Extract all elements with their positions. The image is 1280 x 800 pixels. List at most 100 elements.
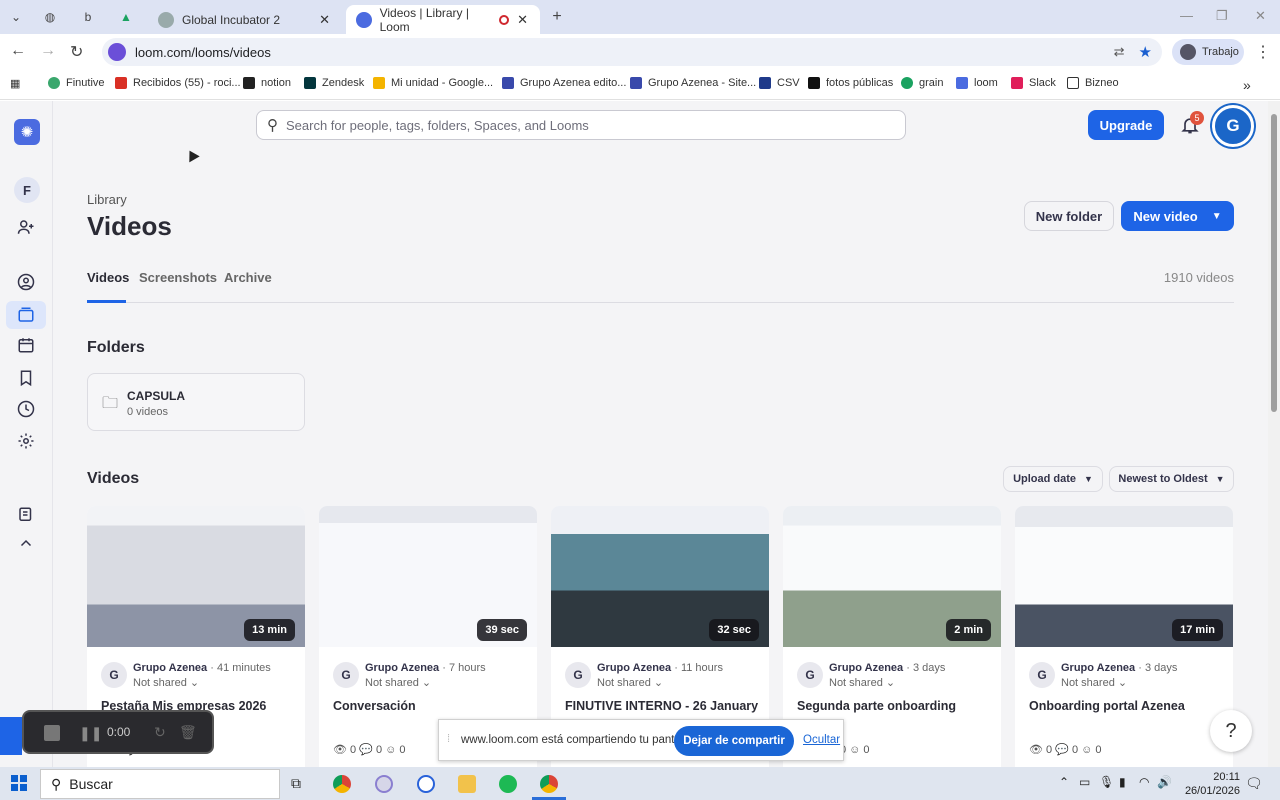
library-icon[interactable]	[6, 301, 46, 329]
bizneo-tab-icon[interactable]: b	[80, 9, 96, 25]
share-status-dropdown[interactable]: Not shared ⌄	[597, 676, 663, 689]
sort-order-dropdown[interactable]: Newest to Oldest ▼	[1109, 466, 1234, 492]
share-status-dropdown[interactable]: Not shared ⌄	[1061, 676, 1127, 689]
address-bar[interactable]: loom.com/looms/videos ⇄ ★	[102, 38, 1162, 66]
bookmarks-bar: ▦ Finutive Recibidos (55) - roci... noti…	[0, 70, 1280, 100]
bookmark-gmail[interactable]: Recibidos (55) - roci...	[115, 77, 241, 89]
reload-icon[interactable]: ↻	[70, 42, 83, 62]
file-explorer-icon[interactable]	[458, 775, 476, 793]
bookmark-zendesk[interactable]: Zendesk	[304, 77, 364, 89]
bookmark-azenea-site[interactable]: Grupo Azenea - Site...	[630, 77, 756, 89]
taskbar-clock[interactable]: 20:11 26/01/2026	[1180, 770, 1240, 798]
volume-icon[interactable]: 🔊	[1157, 775, 1172, 789]
help-button[interactable]: ?	[1210, 710, 1252, 752]
bookmark-bizneo[interactable]: Bizneo	[1067, 77, 1119, 89]
add-user-icon[interactable]	[15, 216, 37, 238]
new-folder-button[interactable]: New folder	[1024, 201, 1114, 231]
bookmark-icon[interactable]	[15, 367, 37, 389]
tray-chevron-icon[interactable]: ⌃	[1059, 775, 1069, 789]
bookmark-grain[interactable]: grain	[901, 77, 943, 89]
tab-global-incubator[interactable]: Global Incubator 2 ✕	[148, 5, 342, 35]
video-title[interactable]: Onboarding portal Azenea	[1029, 699, 1229, 713]
bookmark-drive[interactable]: Mi unidad - Google...	[373, 77, 493, 89]
user-avatar[interactable]: G	[1212, 105, 1254, 147]
battery-icon[interactable]: ▮	[1119, 775, 1126, 789]
video-card[interactable]: 17 min G Grupo Azenea · 3 days Not shared ⌄…	[1015, 506, 1233, 767]
tab-search-icon[interactable]: ⌄	[8, 9, 24, 25]
bookmark-slack[interactable]: Slack	[1011, 77, 1056, 89]
notes-icon[interactable]	[15, 504, 37, 526]
folder-count: 0 videos	[127, 406, 168, 418]
video-title[interactable]: Segunda parte onboarding	[797, 699, 997, 713]
settings-gear-icon[interactable]	[15, 430, 37, 452]
share-status-dropdown[interactable]: Not shared ⌄	[829, 676, 895, 689]
bookmark-loom[interactable]: loom	[956, 77, 998, 89]
gmail-icon	[115, 77, 127, 89]
drag-handle-icon[interactable]: ⁞	[447, 733, 450, 745]
forward-icon[interactable]: →	[40, 42, 56, 60]
microphone-icon[interactable]: 🎙	[1099, 775, 1114, 789]
clock-icon[interactable]	[15, 398, 37, 420]
calendar-icon[interactable]	[15, 334, 37, 356]
search-input[interactable]: ⚲ Search for people, tags, folders, Spac…	[256, 110, 906, 140]
bookmark-fotos[interactable]: fotos públicas	[808, 77, 893, 89]
windows-start-icon[interactable]	[11, 775, 27, 791]
restart-icon[interactable]: ↻	[154, 724, 166, 741]
new-video-button[interactable]: New video ▼	[1121, 201, 1234, 231]
profile-icon[interactable]	[15, 271, 37, 293]
folder-card[interactable]: 🗀 CAPSULA 0 videos	[87, 373, 305, 431]
bookmark-azenea-editor[interactable]: Grupo Azenea edito...	[502, 77, 626, 89]
upgrade-button[interactable]: Upgrade	[1088, 110, 1164, 140]
spotify-icon[interactable]	[499, 775, 517, 793]
sort-field-dropdown[interactable]: Upload date ▼	[1003, 466, 1103, 492]
more-bookmarks-icon[interactable]: »	[1243, 77, 1251, 93]
chevron-down-icon: ⌄	[1117, 677, 1128, 689]
magnifier-icon[interactable]	[417, 775, 435, 793]
loom-logo-icon[interactable]: ✺	[14, 119, 40, 145]
task-view-icon[interactable]: ⧉	[291, 775, 301, 792]
video-title[interactable]: Conversación	[333, 699, 533, 713]
new-tab-icon[interactable]: +	[549, 8, 565, 25]
tab-archive[interactable]: Archive	[224, 270, 272, 285]
chrome-active-icon[interactable]	[540, 775, 558, 793]
stop-sharing-button[interactable]: Dejar de compartir	[674, 726, 794, 756]
bookmark-notion[interactable]: notion	[243, 77, 291, 89]
maximize-icon[interactable]: ❐	[1216, 8, 1228, 24]
recorder-tab[interactable]	[0, 717, 22, 755]
snipping-tool-icon[interactable]	[375, 775, 393, 793]
display-icon[interactable]: ▭	[1079, 775, 1090, 789]
tab-screenshots[interactable]: Screenshots	[139, 270, 217, 285]
bookmark-finutive[interactable]: Finutive	[48, 77, 105, 89]
minimize-icon[interactable]: —	[1180, 8, 1193, 23]
search-icon: ⚲	[267, 117, 278, 134]
globe-tab-icon[interactable]: ◍	[42, 9, 58, 25]
tab-loom-videos[interactable]: Videos | Library | Loom ✕	[346, 5, 540, 35]
pause-icon[interactable]: ❚❚	[79, 725, 102, 742]
share-status-dropdown[interactable]: Not shared ⌄	[133, 676, 199, 689]
video-title[interactable]: FINUTIVE INTERNO - 26 January	[565, 699, 765, 713]
taskbar-search[interactable]: ⚲ Buscar	[40, 769, 280, 799]
workspace-avatar[interactable]: F	[14, 177, 40, 203]
trash-icon[interactable]: 🗑	[179, 724, 197, 741]
site-info-icon[interactable]	[108, 43, 126, 61]
bookmark-csv[interactable]: CSV	[759, 77, 800, 89]
translate-icon[interactable]: ⇄	[1114, 44, 1125, 60]
hide-link[interactable]: Ocultar	[803, 734, 840, 746]
tab-close-icon[interactable]: ✕	[319, 12, 330, 28]
chrome-icon[interactable]	[333, 775, 351, 793]
apps-grid-icon[interactable]: ▦	[10, 77, 20, 90]
close-window-icon[interactable]: ✕	[1255, 8, 1266, 24]
back-icon[interactable]: ←	[10, 42, 26, 60]
wifi-icon[interactable]: ◠	[1139, 775, 1149, 789]
notification-center-icon[interactable]: 🗨	[1245, 775, 1263, 792]
stop-recording-icon[interactable]	[44, 725, 60, 741]
drive-tab-icon[interactable]: ▲	[118, 9, 134, 25]
chevron-up-icon[interactable]	[15, 533, 37, 555]
tab-close-icon[interactable]: ✕	[517, 12, 528, 28]
share-status-dropdown[interactable]: Not shared ⌄	[365, 676, 431, 689]
scrollbar-thumb[interactable]	[1271, 114, 1277, 412]
tab-videos[interactable]: Videos	[87, 270, 129, 285]
profile-chip[interactable]: Trabajo	[1172, 39, 1244, 65]
bookmark-star-icon[interactable]: ★	[1139, 43, 1152, 61]
browser-menu-icon[interactable]: ⋮	[1255, 42, 1271, 62]
